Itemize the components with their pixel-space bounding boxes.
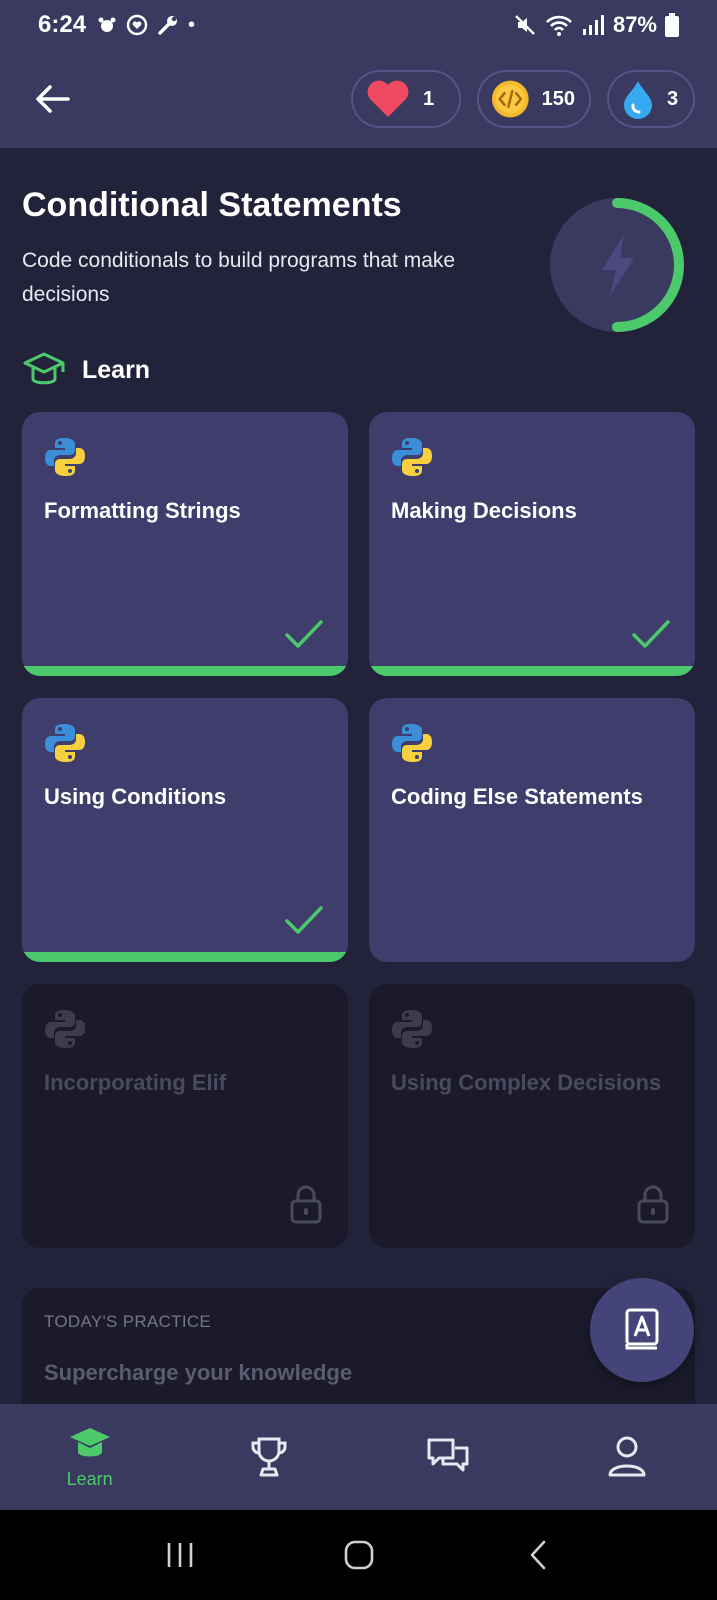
learn-section-heading: Learn [22, 350, 150, 390]
status-right: 87% [513, 12, 679, 38]
hearts-count: 1 [423, 87, 435, 110]
main-content[interactable]: Conditional Statements Code conditionals… [0, 148, 717, 1404]
arrow-left-icon [36, 85, 70, 113]
status-left: 6:24 • [38, 11, 195, 39]
python-icon [392, 724, 432, 762]
lesson-progress-bar [369, 666, 695, 676]
nav-community[interactable] [359, 1404, 538, 1510]
python-icon [392, 1010, 432, 1048]
user-icon [608, 1436, 646, 1477]
lesson-title: Using Complex Decisions [391, 1070, 662, 1095]
coins-counter[interactable]: 150 [477, 70, 591, 128]
lesson-title: Formatting Strings [44, 498, 241, 523]
lesson-card-coding-else-statements[interactable]: Coding Else Statements [369, 698, 695, 962]
streak-counter[interactable]: 3 [607, 70, 695, 128]
chat-bubbles-icon [427, 1438, 469, 1472]
lesson-title: Making Decisions [391, 498, 577, 523]
water-drop-icon [624, 81, 652, 119]
streak-count: 3 [667, 87, 679, 110]
nav-learn[interactable]: Learn [0, 1404, 179, 1510]
lesson-card-using-complex-decisions[interactable]: Using Complex Decisions [369, 984, 695, 1248]
course-description: Code conditionals to build programs that… [22, 249, 456, 306]
code-coin-icon [491, 80, 529, 118]
lesson-progress-bar [22, 666, 348, 676]
recent-apps-icon [167, 1543, 192, 1567]
practice-label: TODAY'S PRACTICE [44, 1312, 212, 1331]
python-icon [45, 1010, 85, 1048]
nav-profile[interactable] [538, 1404, 717, 1510]
signal-icon [582, 15, 604, 35]
battery-percent: 87% [612, 12, 657, 37]
practice-title: Supercharge your knowledge [44, 1360, 353, 1385]
course-title: Conditional Statements [22, 186, 402, 224]
lesson-card-using-conditions[interactable]: Using Conditions [22, 698, 348, 962]
nav-learn-label: Learn [66, 1468, 113, 1489]
lesson-card-formatting-strings[interactable]: Formatting Strings [22, 412, 348, 676]
recent-apps-button[interactable] [150, 1525, 210, 1585]
python-icon [45, 724, 85, 762]
trophy-icon [251, 1437, 287, 1477]
hearts-counter[interactable]: 1 [351, 70, 461, 128]
status-dot: • [188, 13, 196, 36]
checkmark-icon [285, 906, 323, 934]
python-icon [45, 438, 85, 476]
course-progress-ring [550, 198, 684, 332]
back-button[interactable] [22, 69, 82, 129]
lesson-progress-bar [22, 952, 348, 962]
lesson-card-incorporating-elif[interactable]: Incorporating Elif [22, 984, 348, 1248]
learn-label: Learn [82, 355, 151, 384]
graduation-cap-icon [23, 352, 65, 385]
glossary-book-icon [625, 1308, 659, 1350]
app-header: 1 150 3 [0, 50, 717, 148]
checkmark-icon [285, 620, 323, 648]
status-time: 6:24 [38, 11, 87, 38]
heart-notification-icon [126, 14, 148, 36]
glossary-fab-button[interactable] [590, 1278, 694, 1382]
bottom-navigation: Learn [0, 1404, 717, 1510]
wrench-notification-icon [158, 16, 178, 35]
mute-icon [515, 15, 535, 35]
heart-icon [367, 80, 409, 117]
system-navigation-bar [0, 1510, 717, 1600]
wifi-icon [546, 15, 572, 36]
bug-notification-icon [98, 17, 116, 32]
notification-icons: • [96, 13, 195, 37]
lesson-title: Incorporating Elif [44, 1070, 227, 1095]
battery-icon [665, 13, 679, 37]
checkmark-icon [632, 620, 670, 648]
coins-count: 150 [541, 87, 575, 110]
python-icon [392, 438, 432, 476]
lesson-title: Using Conditions [44, 784, 227, 809]
lock-icon [290, 1185, 322, 1224]
lesson-title: Coding Else Statements [391, 784, 643, 809]
stats-bar: 1 150 3 [351, 70, 695, 128]
system-back-button[interactable] [508, 1525, 568, 1585]
status-bar: 6:24 • 87% [0, 0, 717, 50]
home-icon [344, 1540, 373, 1570]
chevron-left-icon [530, 1540, 545, 1570]
nav-leaderboard[interactable] [179, 1404, 358, 1510]
home-button[interactable] [329, 1525, 389, 1585]
graduation-cap-filled-icon [69, 1427, 110, 1456]
lock-icon [637, 1185, 669, 1224]
lesson-card-making-decisions[interactable]: Making Decisions [369, 412, 695, 676]
